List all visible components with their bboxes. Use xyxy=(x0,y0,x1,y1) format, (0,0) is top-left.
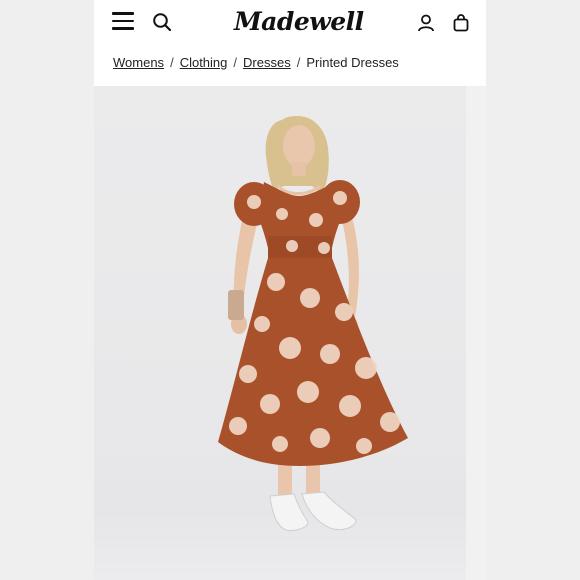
left-margin xyxy=(0,0,94,580)
breadcrumb-link-dresses[interactable]: Dresses xyxy=(243,55,291,70)
shopping-bag-icon[interactable] xyxy=(452,13,470,33)
breadcrumb: Womens / Clothing / Dresses / Printed Dresses xyxy=(113,55,399,73)
right-margin xyxy=(486,0,580,580)
breadcrumb-link-womens[interactable]: Womens xyxy=(113,55,164,70)
brand-logo[interactable]: Madewell xyxy=(234,4,364,40)
breadcrumb-separator: / xyxy=(296,55,301,70)
product-image[interactable] xyxy=(94,86,486,580)
breadcrumb-separator: / xyxy=(170,55,174,70)
breadcrumb-link-clothing[interactable]: Clothing xyxy=(180,55,228,70)
site-header: Madewell xyxy=(94,0,486,46)
model-figure xyxy=(218,116,408,531)
search-icon[interactable] xyxy=(152,12,172,32)
account-icon[interactable] xyxy=(416,13,436,33)
breadcrumb-current: Printed Dresses xyxy=(306,55,399,70)
menu-icon[interactable] xyxy=(112,12,134,30)
page-frame: Madewell Womens / Clothing / Dresses / Printed… xyxy=(94,0,486,580)
breadcrumb-separator: / xyxy=(233,55,238,70)
